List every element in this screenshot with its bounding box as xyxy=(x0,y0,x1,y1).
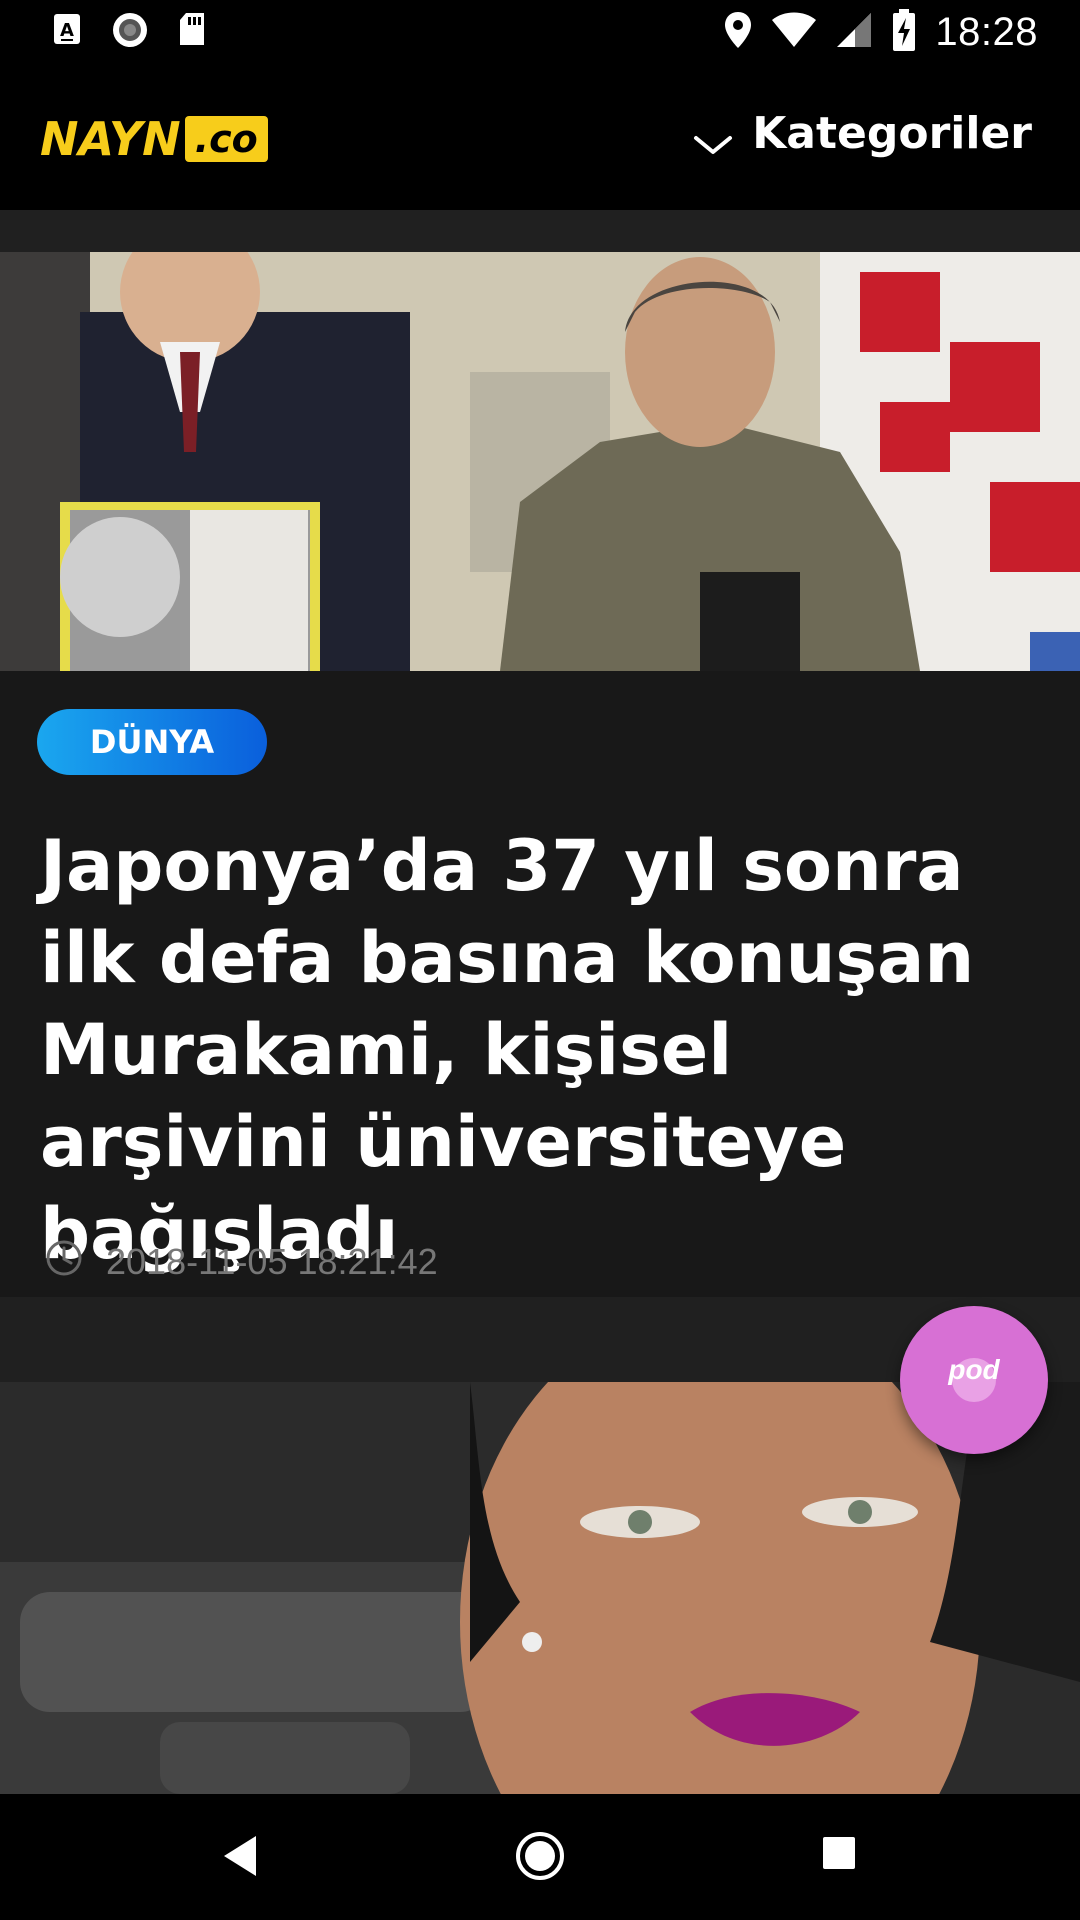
article-title[interactable]: Japonya’da 37 yıl sonra ilk defa basına … xyxy=(40,820,1020,1280)
navigation-bar xyxy=(0,1794,1080,1920)
article-image[interactable] xyxy=(0,252,1080,671)
status-left-icons: A xyxy=(52,12,208,52)
article-timestamp: 2018-11-05 18:21:42 xyxy=(44,1237,438,1287)
timestamp-text: 2018-11-05 18:21:42 xyxy=(106,1241,438,1282)
app-header: NAYN .co Kategoriler xyxy=(0,64,1080,210)
status-right-icons: 18:28 xyxy=(723,8,1038,56)
status-bar: A 18:28 xyxy=(0,0,1080,64)
sync-circle-icon xyxy=(110,10,150,55)
home-icon[interactable] xyxy=(514,1830,566,1887)
sd-card-icon xyxy=(176,11,208,54)
clock-icon xyxy=(44,1238,84,1287)
article-card-image[interactable] xyxy=(0,1382,1080,1794)
wifi-icon xyxy=(771,11,817,54)
pod-fab-button[interactable]: pod xyxy=(900,1306,1048,1454)
category-badge[interactable]: DÜNYA xyxy=(37,709,267,775)
logo-text: NAYN xyxy=(40,112,181,166)
recents-icon[interactable] xyxy=(822,1836,856,1875)
article-feed[interactable]: DÜNYA Japonya’da 37 yıl sonra ilk defa b… xyxy=(0,210,1080,1794)
location-icon xyxy=(723,10,753,55)
chevron-down-icon[interactable] xyxy=(690,124,736,164)
status-time: 18:28 xyxy=(935,9,1038,54)
svg-text:A: A xyxy=(60,20,74,41)
signal-icon xyxy=(835,11,873,54)
keyboard-a-icon: A xyxy=(52,12,84,53)
back-icon[interactable] xyxy=(222,1834,258,1883)
site-logo[interactable]: NAYN .co xyxy=(40,112,268,166)
fab-label: pod xyxy=(948,1354,1000,1385)
battery-charging-icon xyxy=(891,8,917,57)
article-card[interactable]: DÜNYA Japonya’da 37 yıl sonra ilk defa b… xyxy=(0,252,1080,1297)
logo-suffix: .co xyxy=(184,116,268,162)
categories-menu-button[interactable]: Kategoriler xyxy=(752,108,1032,159)
